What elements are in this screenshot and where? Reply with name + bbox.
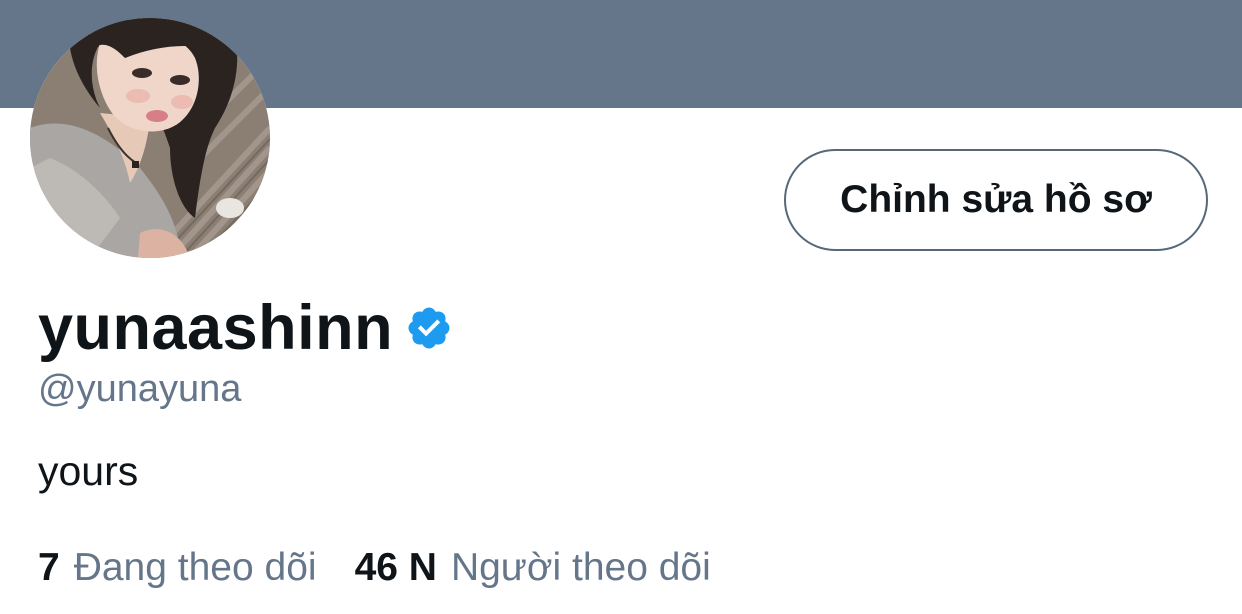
avatar[interactable]: [30, 18, 270, 258]
profile-handle: @yunayuna: [38, 368, 242, 410]
verified-badge-svg: [408, 307, 450, 349]
avatar-photo: [30, 18, 270, 258]
followers-count: 46 N: [354, 546, 437, 589]
following-count: 7: [38, 546, 60, 589]
profile-page: Chỉnh sửa hồ sơ yunaashinn @yunayuna you…: [0, 0, 1242, 614]
display-name: yunaashinn: [38, 293, 394, 363]
following-stat[interactable]: 7 Đang theo dõi: [38, 546, 317, 590]
name-row: yunaashinn: [38, 292, 453, 364]
edit-profile-button[interactable]: Chỉnh sửa hồ sơ: [784, 149, 1208, 251]
following-label: Đang theo dõi: [73, 546, 317, 589]
followers-label: Người theo dõi: [450, 546, 711, 589]
followers-stat[interactable]: 46 N Người theo dõi: [355, 546, 711, 590]
profile-bio: yours: [38, 448, 139, 494]
profile-stats: 7 Đang theo dõi 46 N Người theo dõi: [38, 546, 711, 590]
verified-badge-icon[interactable]: [405, 304, 453, 352]
